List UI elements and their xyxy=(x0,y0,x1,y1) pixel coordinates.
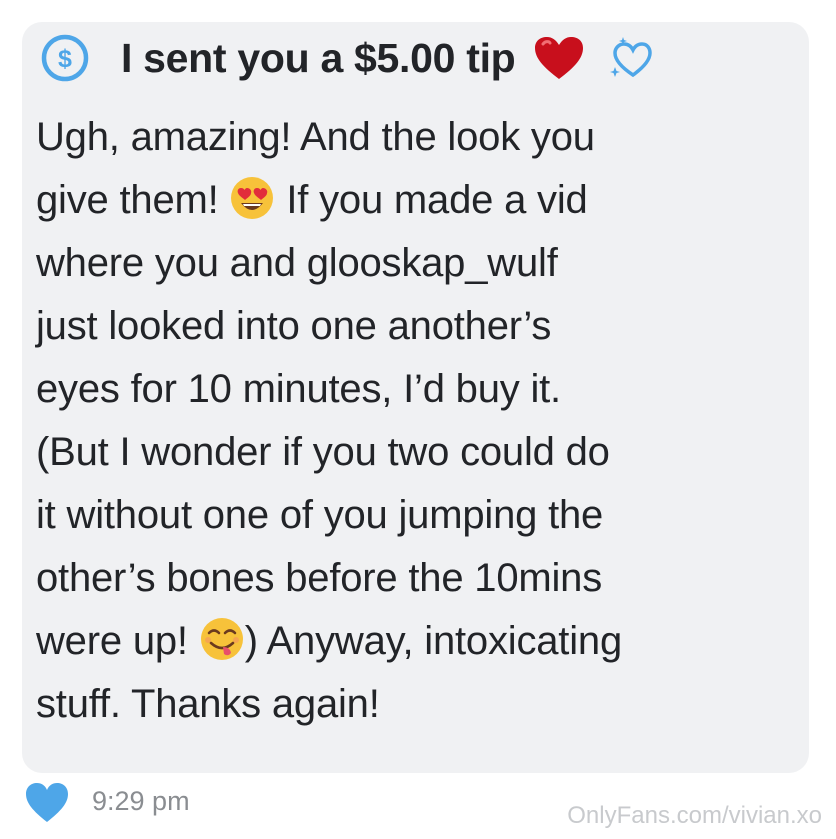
red-heart-icon xyxy=(535,37,584,79)
like-heart-icon[interactable] xyxy=(24,782,70,824)
message-line: it without one of you jumping the xyxy=(36,493,604,537)
message-footer: 9:29 pm OnlyFans.com/vivian.xo xyxy=(22,778,822,829)
message-body: Ugh, amazing! And the look you give them… xyxy=(36,106,766,736)
sparkling-blue-heart-icon xyxy=(610,37,653,78)
heart-eyes-emoji xyxy=(231,177,274,219)
message-line: where you and glooskap_wulf xyxy=(36,241,558,285)
message-line: (But I wonder if you two could do xyxy=(36,430,610,474)
watermark: OnlyFans.com/vivian.xo xyxy=(567,802,822,829)
svg-text:$: $ xyxy=(58,45,72,73)
message-line: just looked into one another’s xyxy=(36,304,552,348)
message-line: eyes for 10 minutes, I’d buy it. xyxy=(36,367,561,411)
tip-amount-text: I sent you a $5.00 tip xyxy=(121,34,516,81)
message-line: stuff. Thanks again! xyxy=(36,682,380,726)
tip-header: $ I sent you a $5.00 tip xyxy=(40,28,653,88)
message-line: other’s bones before the 10mins xyxy=(36,556,603,600)
message-line-text: were up! xyxy=(36,619,199,663)
message-timestamp: 9:29 pm xyxy=(92,786,190,816)
message-line-text: give them! xyxy=(36,178,230,222)
message-line: Ugh, amazing! And the look you xyxy=(36,115,595,159)
message-line: give them! If you made a vid xyxy=(36,169,766,232)
yum-face-emoji xyxy=(200,618,243,660)
message-line-text: ) Anyway, intoxicating xyxy=(244,619,622,663)
message-line: were up! ) Anyway, intoxicating xyxy=(36,610,766,673)
dollar-circle-icon: $ xyxy=(41,34,89,82)
message-line-text: If you made a vid xyxy=(275,178,588,222)
